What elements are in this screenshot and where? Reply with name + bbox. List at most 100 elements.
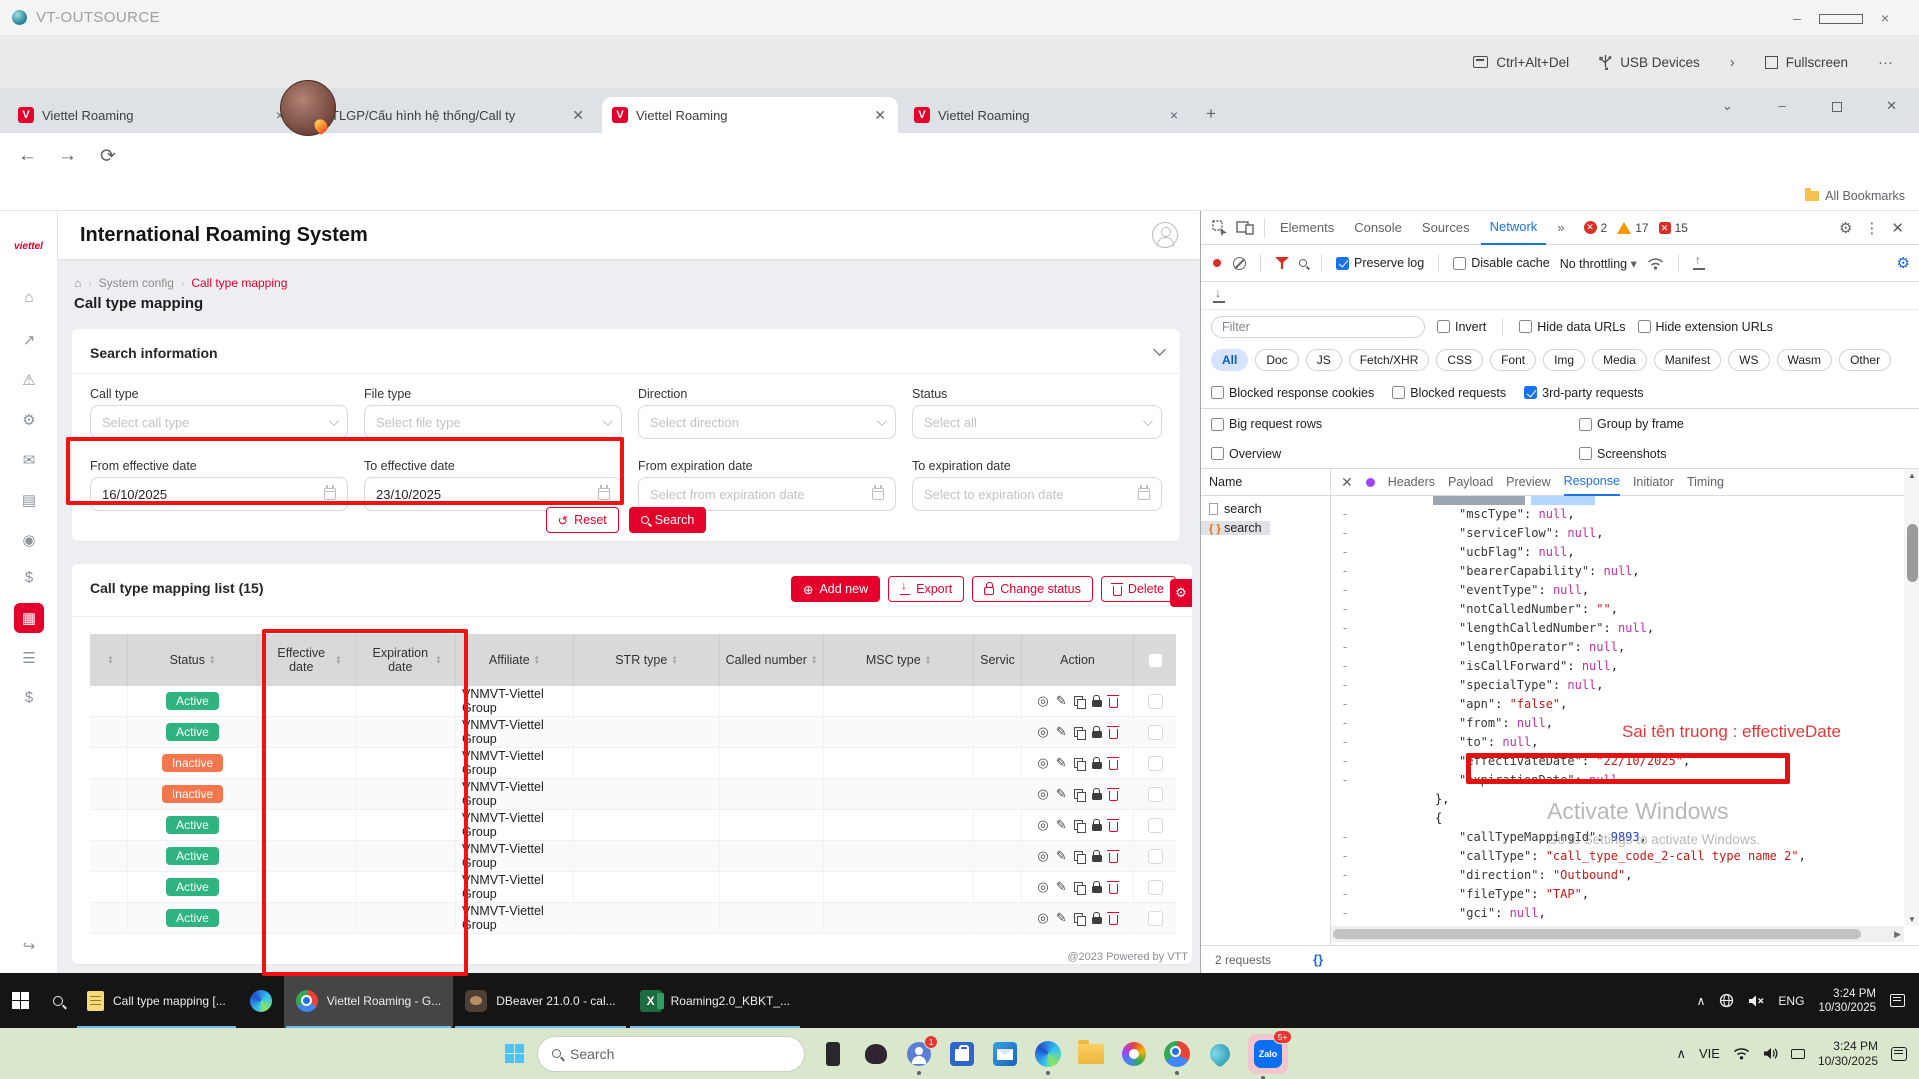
sidebar-item-system-config-active[interactable]: ▦ (14, 603, 44, 633)
third-party-checkbox[interactable]: 3rd-party requests (1524, 386, 1643, 400)
row-checkbox[interactable] (1148, 880, 1163, 895)
filter-chip-fetchxhr[interactable]: Fetch/XHR (1349, 349, 1430, 371)
scroll-right-icon[interactable]: ▶ (1894, 929, 1901, 940)
reload-button[interactable]: ⟳ (100, 145, 116, 168)
header-select-all[interactable] (1134, 634, 1176, 686)
response-horizontal-scrollbar[interactable]: ▶ (1331, 926, 1904, 942)
error-badge[interactable]: ✕2 (1584, 221, 1608, 235)
devtools-menu-icon[interactable]: ⋮ (1864, 219, 1879, 237)
browser-close-button[interactable]: ✕ (1864, 88, 1919, 124)
add-new-button[interactable]: ⊕Add new (791, 576, 880, 602)
vm-task-edge[interactable] (238, 973, 284, 1028)
devtools-close-icon[interactable]: ✕ (1891, 219, 1904, 237)
detail-tab-initiator[interactable]: Initiator (1633, 470, 1674, 495)
copy-icon[interactable] (1074, 882, 1085, 893)
filter-chip-other[interactable]: Other (1839, 349, 1891, 371)
delete-icon[interactable] (1109, 884, 1118, 894)
ctrl-alt-del-button[interactable]: Ctrl+Alt+Del (1473, 55, 1569, 70)
device-toolbar-icon[interactable] (1236, 220, 1254, 235)
status-select[interactable]: Select all (912, 405, 1162, 439)
lock-icon[interactable] (1092, 762, 1102, 769)
host-task-explorer[interactable] (1076, 1039, 1106, 1069)
scroll-down-icon[interactable]: ▼ (1904, 915, 1919, 924)
usb-devices-button[interactable]: USB Devices (1599, 55, 1700, 70)
row-checkbox[interactable] (1148, 818, 1163, 833)
muted-speaker-icon[interactable] (1748, 994, 1764, 1008)
reset-button[interactable]: ↺Reset (546, 507, 619, 533)
row-checkbox[interactable] (1148, 694, 1163, 709)
row-checkbox[interactable] (1148, 725, 1163, 740)
breadcrumb-system-config[interactable]: System config (99, 276, 174, 290)
forward-button[interactable]: → (58, 145, 77, 167)
back-button[interactable]: ← (18, 145, 37, 167)
host-notification-icon[interactable] (1891, 1047, 1907, 1061)
import-har-icon[interactable] (1693, 257, 1705, 269)
home-icon[interactable]: ⌂ (0, 289, 58, 306)
host-task-phone[interactable] (818, 1039, 848, 1069)
host-task-chrome[interactable] (1162, 1039, 1192, 1069)
view-icon[interactable]: ◎ (1037, 817, 1048, 833)
speaker-icon[interactable] (1763, 1047, 1778, 1060)
network-search-icon[interactable] (1299, 259, 1307, 267)
header-affiliate[interactable]: Affiliate▲▼ (456, 634, 574, 686)
network-globe-icon[interactable] (1719, 993, 1734, 1008)
delete-icon[interactable] (1109, 853, 1118, 863)
pretty-print-icon[interactable]: {} (1313, 952, 1323, 967)
filter-chip-js[interactable]: JS (1306, 349, 1342, 371)
edit-icon[interactable]: ✎ (1056, 879, 1067, 895)
export-button[interactable]: Export (888, 576, 964, 602)
direction-select[interactable]: Select direction (638, 405, 896, 439)
all-bookmarks-button[interactable]: All Bookmarks (1805, 189, 1905, 203)
copy-icon[interactable] (1074, 820, 1085, 831)
checkbox[interactable] (1148, 653, 1163, 668)
row-checkbox[interactable] (1148, 911, 1163, 926)
edit-icon[interactable]: ✎ (1056, 848, 1067, 864)
view-icon[interactable]: ◎ (1037, 910, 1048, 926)
menu-list-icon[interactable]: ☰ (0, 649, 58, 667)
from-expiration-date-input[interactable]: Select from expiration date (638, 477, 896, 511)
vm-notification-icon[interactable] (1890, 994, 1905, 1007)
browser-tab-4[interactable]: V Viettel Roaming × (904, 97, 1190, 133)
more-tabs-button[interactable]: » (1548, 212, 1573, 244)
scrollbar-thumb[interactable] (1333, 929, 1861, 939)
copy-icon[interactable] (1074, 727, 1085, 738)
remote-close-button[interactable]: × (1863, 0, 1907, 36)
scrollbar-thumb[interactable] (1907, 524, 1918, 582)
vm-search-button[interactable] (41, 973, 75, 1028)
filter-chip-media[interactable]: Media (1592, 349, 1647, 371)
table-settings-gear-button[interactable]: ⚙ (1170, 579, 1192, 607)
delete-icon[interactable] (1109, 729, 1118, 739)
filter-chip-doc[interactable]: Doc (1255, 349, 1298, 371)
tab-close-icon[interactable]: ✕ (872, 107, 888, 124)
filter-funnel-icon[interactable] (1275, 257, 1289, 269)
call-type-select[interactable]: Select call type (90, 405, 348, 439)
alert-icon[interactable]: ⚠ (0, 371, 58, 389)
close-detail-icon[interactable]: ✕ (1341, 474, 1353, 491)
finance-icon[interactable]: $ (0, 689, 58, 706)
blocked-cookies-checkbox[interactable]: Blocked response cookies (1211, 386, 1374, 400)
request-row-selected[interactable]: { } search (1201, 521, 1270, 535)
vm-task-notepad[interactable]: Call type mapping [... (75, 973, 238, 1028)
issues-badge[interactable]: ✕15 (1659, 221, 1688, 235)
request-list-header[interactable]: Name (1201, 469, 1330, 496)
lock-icon[interactable] (1092, 886, 1102, 893)
view-icon[interactable]: ◎ (1037, 786, 1048, 802)
disable-cache-checkbox[interactable]: Disable cache (1453, 256, 1550, 270)
wifi-icon[interactable] (1733, 1047, 1750, 1060)
user-avatar-icon[interactable] (1152, 222, 1178, 248)
header-index[interactable]: ▲▼ (90, 634, 128, 686)
toolbar-expand-chevron[interactable]: › (1730, 54, 1735, 71)
throttling-select[interactable]: No throttling ▾ (1560, 256, 1637, 271)
browser-tab-1[interactable]: V Viettel Roaming × (8, 97, 296, 133)
vm-task-excel[interactable]: X Roaming2.0_KBKT_... (628, 973, 802, 1028)
detail-tab-payload[interactable]: Payload (1448, 470, 1493, 495)
delete-icon[interactable] (1109, 698, 1118, 708)
message-icon[interactable]: ✉ (0, 451, 58, 469)
target-icon[interactable]: ◉ (0, 531, 58, 549)
screenshots-checkbox[interactable]: Screenshots (1579, 447, 1666, 461)
tab-network-active[interactable]: Network (1481, 211, 1547, 245)
filter-chip-manifest[interactable]: Manifest (1654, 349, 1721, 371)
new-tab-button[interactable]: + (1206, 104, 1216, 124)
edit-icon[interactable]: ✎ (1056, 910, 1067, 926)
logout-icon[interactable]: ↪ (0, 937, 58, 955)
